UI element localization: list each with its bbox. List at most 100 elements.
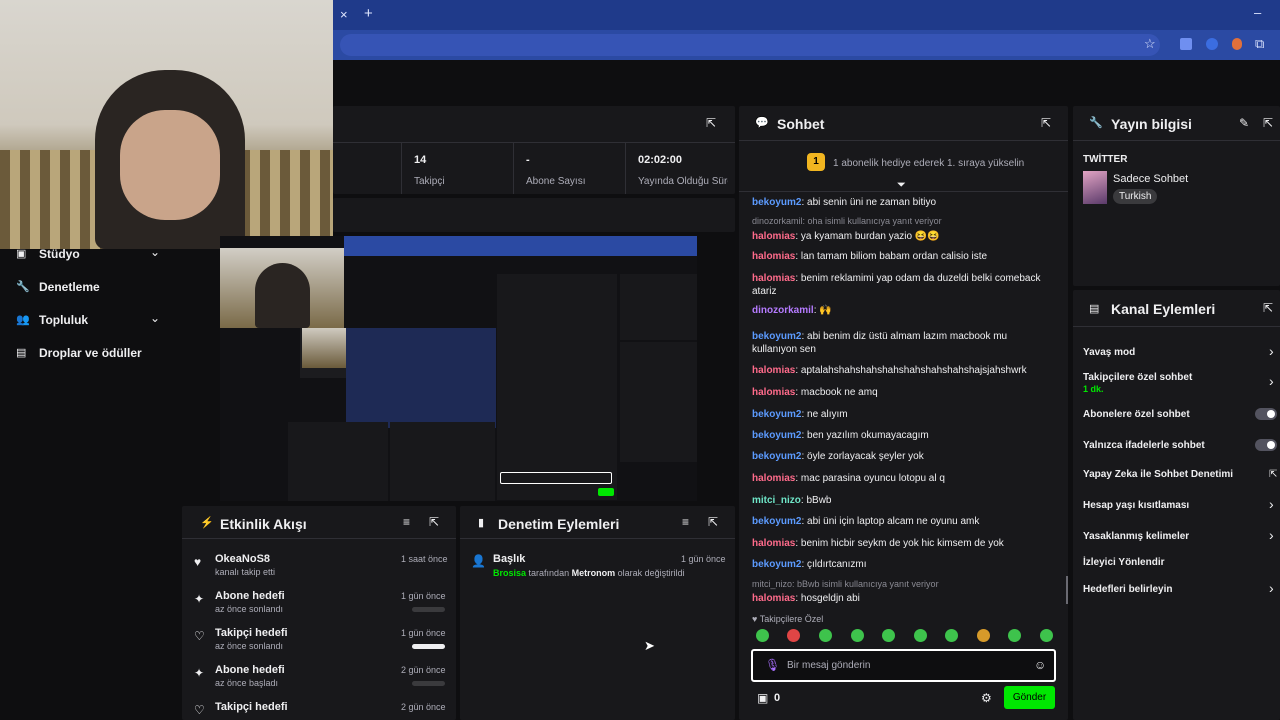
chevron-right-icon[interactable]: › bbox=[1269, 527, 1274, 543]
chat-input-placeholder: Bir mesaj gönderin bbox=[787, 660, 871, 671]
sidebar-item-moderation[interactable]: 🔧 Denetleme bbox=[0, 273, 178, 301]
activity-item[interactable]: ♡ Takipçi hedefi 2 gün önce bbox=[182, 698, 456, 720]
emote[interactable] bbox=[1008, 629, 1021, 642]
chat-username[interactable]: mitci_nizo bbox=[752, 495, 801, 506]
chevron-right-icon[interactable]: › bbox=[1269, 496, 1274, 512]
channel-points-icon[interactable]: ▣ bbox=[757, 691, 768, 705]
chat-message: halomias: benim hicbir seykm de yok hic … bbox=[752, 537, 1052, 550]
filter-icon[interactable]: ≡ bbox=[403, 515, 410, 529]
chat-username[interactable]: bekoyum2 bbox=[752, 516, 801, 527]
channel-action-goals[interactable]: Hedefleri belirleyin › bbox=[1073, 580, 1280, 602]
mic-icon[interactable]: 🎙 bbox=[765, 658, 780, 672]
popout-icon[interactable]: ⇱ bbox=[1263, 301, 1273, 315]
chat-username[interactable]: halomias bbox=[752, 231, 795, 242]
channel-action-followers-only[interactable]: Takipçilere özel sohbet 1 dk. › bbox=[1073, 370, 1280, 398]
wrench-icon: 🔧 bbox=[1089, 117, 1103, 129]
emote[interactable] bbox=[756, 629, 769, 642]
sidebar-item-label: Stüdyo bbox=[39, 247, 80, 261]
emoji-icon[interactable]: ☺ bbox=[1034, 658, 1046, 672]
chat-username[interactable]: halomias bbox=[752, 273, 795, 284]
divider bbox=[625, 143, 626, 194]
moderator-name[interactable]: Brosisa bbox=[493, 568, 526, 578]
activity-item[interactable]: ♡ Takipçi hedefi az önce sonlandı 1 gün … bbox=[182, 624, 456, 658]
chevron-down-icon[interactable]: ⌄ bbox=[150, 245, 160, 259]
chat-input[interactable]: 🎙 Bir mesaj gönderin ☺ bbox=[751, 649, 1056, 682]
activity-item[interactable]: ✦ Abone hedefi az önce başladı 2 gün önc… bbox=[182, 661, 456, 695]
sidebar-item-studio[interactable]: ▣ Stüdyo ⌄ bbox=[0, 240, 178, 268]
chat-username[interactable]: halomias bbox=[752, 473, 795, 484]
extension-icon[interactable] bbox=[1206, 38, 1218, 50]
chevron-right-icon[interactable]: › bbox=[1269, 373, 1274, 389]
drops-icon: ▤ bbox=[16, 347, 27, 359]
chat-username[interactable]: bekoyum2 bbox=[752, 559, 801, 570]
channel-action-ai-moderation[interactable]: Yapay Zeka ile Sohbet Denetimi ⇱ bbox=[1073, 467, 1280, 487]
popout-icon[interactable]: ⇱ bbox=[1041, 116, 1051, 130]
popout-icon[interactable]: ⇱ bbox=[1263, 116, 1273, 130]
emote[interactable] bbox=[945, 629, 958, 642]
external-link-icon[interactable]: ⇱ bbox=[1269, 469, 1277, 480]
channel-action-slow-mode[interactable]: Yavaş mod › bbox=[1073, 343, 1280, 363]
emote[interactable] bbox=[977, 629, 990, 642]
sidebar-item-label: Denetleme bbox=[39, 280, 100, 294]
chat-username[interactable]: bekoyum2 bbox=[752, 331, 801, 342]
chat-username[interactable]: halomias bbox=[752, 365, 795, 376]
language-tag[interactable]: Turkish bbox=[1113, 189, 1158, 204]
popout-icon[interactable]: ⇱ bbox=[706, 116, 716, 130]
extension-icon[interactable] bbox=[1180, 38, 1192, 50]
activity-item-title: OkeaNoS8 bbox=[215, 553, 271, 565]
channel-action-blocked-terms[interactable]: Yasaklanmış kelimeler › bbox=[1073, 527, 1280, 549]
chevron-right-icon[interactable]: › bbox=[1269, 343, 1274, 359]
chat-username[interactable]: halomias bbox=[752, 538, 795, 549]
preview-webcam-nested bbox=[302, 328, 347, 368]
bookmark-star-icon[interactable]: ☆ bbox=[1144, 37, 1156, 51]
chat-username[interactable]: dinozorkamil bbox=[752, 305, 814, 316]
sidebar-item-community[interactable]: 👥 Topluluk ⌄ bbox=[0, 306, 178, 334]
channel-action-subs-only[interactable]: Abonelere özel sohbet bbox=[1073, 405, 1280, 425]
minimize-icon[interactable]: – bbox=[1254, 6, 1261, 20]
new-tab-icon[interactable]: + bbox=[364, 6, 373, 21]
emote[interactable] bbox=[882, 629, 895, 642]
chat-username[interactable]: bekoyum2 bbox=[752, 451, 801, 462]
chat-message: halomias: mac parasina oyuncu lotopu al … bbox=[752, 472, 1052, 485]
chevron-right-icon[interactable]: › bbox=[1269, 580, 1274, 596]
subs-only-toggle[interactable] bbox=[1255, 408, 1277, 420]
filter-icon[interactable]: ≡ bbox=[682, 515, 689, 529]
collapse-icon[interactable]: ⏷ bbox=[897, 179, 906, 192]
emote[interactable] bbox=[1040, 629, 1053, 642]
emote[interactable] bbox=[819, 629, 832, 642]
address-bar[interactable] bbox=[340, 34, 1160, 56]
edit-icon[interactable]: ✎ bbox=[1239, 116, 1249, 130]
emote[interactable] bbox=[787, 629, 800, 642]
close-tab-icon[interactable]: × bbox=[340, 8, 348, 22]
extension-icon[interactable] bbox=[1232, 38, 1242, 50]
emote-only-toggle[interactable] bbox=[1255, 439, 1277, 451]
send-button[interactable]: Gönder bbox=[1004, 686, 1055, 709]
sidebar-item-drops[interactable]: ▤ Droplar ve ödüller bbox=[0, 339, 178, 367]
chat-message: bekoyum2: ben yazılım okumayacagım bbox=[752, 429, 1052, 442]
channel-action-emote-only[interactable]: Yalnızca ifadelerle sohbet bbox=[1073, 436, 1280, 456]
activity-item[interactable]: ✦ Abone hedefi az önce sonlandı 1 gün ön… bbox=[182, 587, 456, 621]
activity-item[interactable]: ♥ OkeaNoS8 kanalı takip etti 1 saat önce bbox=[182, 550, 456, 584]
emote[interactable] bbox=[914, 629, 927, 642]
gear-icon[interactable]: ⚙ bbox=[981, 691, 992, 705]
emote[interactable] bbox=[851, 629, 864, 642]
channel-action-raid[interactable]: İzleyici Yönlendir bbox=[1073, 555, 1280, 575]
chat-text: macbook ne amq bbox=[800, 387, 878, 398]
chevron-down-icon[interactable]: ⌄ bbox=[150, 311, 160, 325]
chat-username[interactable]: bekoyum2 bbox=[752, 197, 801, 208]
popout-icon[interactable]: ⇱ bbox=[708, 515, 718, 529]
channel-action-label: İzleyici Yönlendir bbox=[1083, 557, 1165, 568]
stat-subs-label: Abone Sayısı bbox=[526, 176, 586, 187]
chat-username[interactable]: bekoyum2 bbox=[752, 409, 801, 420]
chat-username[interactable]: halomias bbox=[752, 593, 795, 604]
chat-scrollbar[interactable] bbox=[1066, 576, 1068, 604]
puzzle-icon[interactable]: ⧉ bbox=[1255, 37, 1264, 51]
chat-username[interactable]: halomias bbox=[752, 387, 795, 398]
chat-username[interactable]: halomias bbox=[752, 251, 795, 262]
channel-action-account-age[interactable]: Hesap yaşı kısıtlaması › bbox=[1073, 496, 1280, 518]
pinned-banner[interactable]: 1 1 abonelik hediye ederek 1. sıraya yük… bbox=[739, 140, 1068, 192]
chat-username[interactable]: bekoyum2 bbox=[752, 430, 801, 441]
popout-icon[interactable]: ⇱ bbox=[429, 515, 439, 529]
stream-preview[interactable] bbox=[220, 236, 697, 501]
moderation-value: Metronom bbox=[571, 568, 616, 578]
